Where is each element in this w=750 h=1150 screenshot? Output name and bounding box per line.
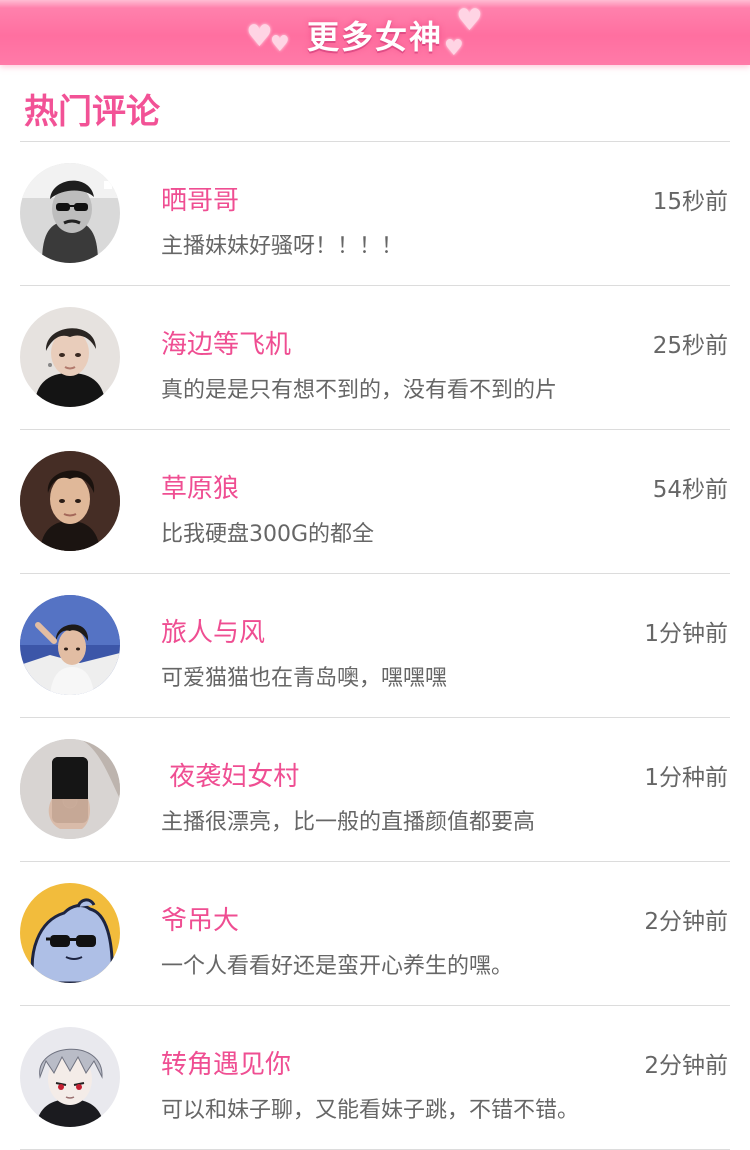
comment-text: 可爱猫猫也在青岛噢，嘿嘿嘿: [161, 666, 448, 691]
comment-time: 15秒前: [652, 189, 728, 215]
comment-username[interactable]: 转角遇见你: [161, 1044, 291, 1081]
comment-time: 2分钟前: [644, 909, 728, 935]
comment-item[interactable]: 旅人与风 1分钟前 可爱猫猫也在青岛噢，嘿嘿嘿: [20, 574, 730, 718]
avatar[interactable]: [20, 1027, 120, 1127]
comment-text: 可以和妹子聊，又能看妹子跳，不错不错。: [161, 1098, 580, 1123]
comment-text: 比我硬盘300G的都全: [161, 522, 375, 547]
comment-time: 54秒前: [652, 477, 728, 503]
avatar-man-sky-icon: [20, 595, 120, 695]
comment-item[interactable]: 爷吊大 2分钟前 一个人看看好还是蛮开心养生的嘿。: [20, 862, 730, 1006]
comment-username[interactable]: 海边等飞机: [161, 324, 291, 361]
comment-username[interactable]: 夜袭妇女村: [161, 756, 299, 793]
comment-text: 主播很漂亮，比一般的直播颜值都要高: [161, 810, 536, 835]
banner-glow: [0, 0, 750, 8]
avatar[interactable]: [20, 163, 120, 263]
banner-title: 更多女神: [306, 18, 443, 56]
avatar[interactable]: [20, 307, 120, 407]
comment-time: 2分钟前: [644, 1053, 728, 1079]
comment-username[interactable]: 草原狼: [161, 468, 239, 505]
comment-item[interactable]: 晒哥哥 15秒前 主播妹妹好骚呀！！！！: [20, 142, 730, 286]
comment-item[interactable]: 转角遇见你 2分钟前 可以和妹子聊，又能看妹子跳，不错不错。: [20, 1006, 730, 1150]
section-title: 热门评论: [24, 92, 160, 132]
avatar-phone-selfie-icon: [20, 739, 120, 839]
comment-time: 1分钟前: [644, 621, 728, 647]
avatar-cartoon-sunglasses-icon: [20, 883, 120, 983]
avatar-young-man-portrait-icon: [20, 451, 120, 551]
comment-item[interactable]: 夜袭妇女村 1分种前 主播很漂亮，比一般的直播颜值都要高: [20, 718, 730, 862]
comment-username[interactable]: 晒哥哥: [161, 180, 239, 217]
comment-item[interactable]: 海边等飞机 25秒前 真的是是只有想不到的，没有看不到的片: [20, 286, 730, 430]
avatar-man-sunglasses-icon: [20, 163, 120, 263]
comment-text: 真的是是只有想不到的，没有看不到的片: [161, 378, 558, 403]
header-banner[interactable]: ♥ ♥ ♥ ♥ 更多女神: [0, 0, 750, 65]
avatar[interactable]: [20, 739, 120, 839]
avatar[interactable]: [20, 451, 120, 551]
comment-time: 1分种前: [644, 765, 728, 791]
avatar[interactable]: [20, 883, 120, 983]
comment-time: 25秒前: [652, 333, 728, 359]
comment-text: 一个人看看好还是蛮开心养生的嘿。: [161, 954, 514, 979]
comment-item[interactable]: 草原狼 54秒前 比我硬盘300G的都全: [20, 430, 730, 574]
comment-username[interactable]: 旅人与风: [161, 612, 265, 649]
comment-text: 主播妹妹好骚呀！！！！: [161, 234, 404, 259]
avatar[interactable]: [20, 595, 120, 695]
avatar-anime-boy-icon: [20, 1027, 120, 1127]
comment-username[interactable]: 爷吊大: [161, 900, 239, 937]
avatar-young-man-dark-icon: [20, 307, 120, 407]
